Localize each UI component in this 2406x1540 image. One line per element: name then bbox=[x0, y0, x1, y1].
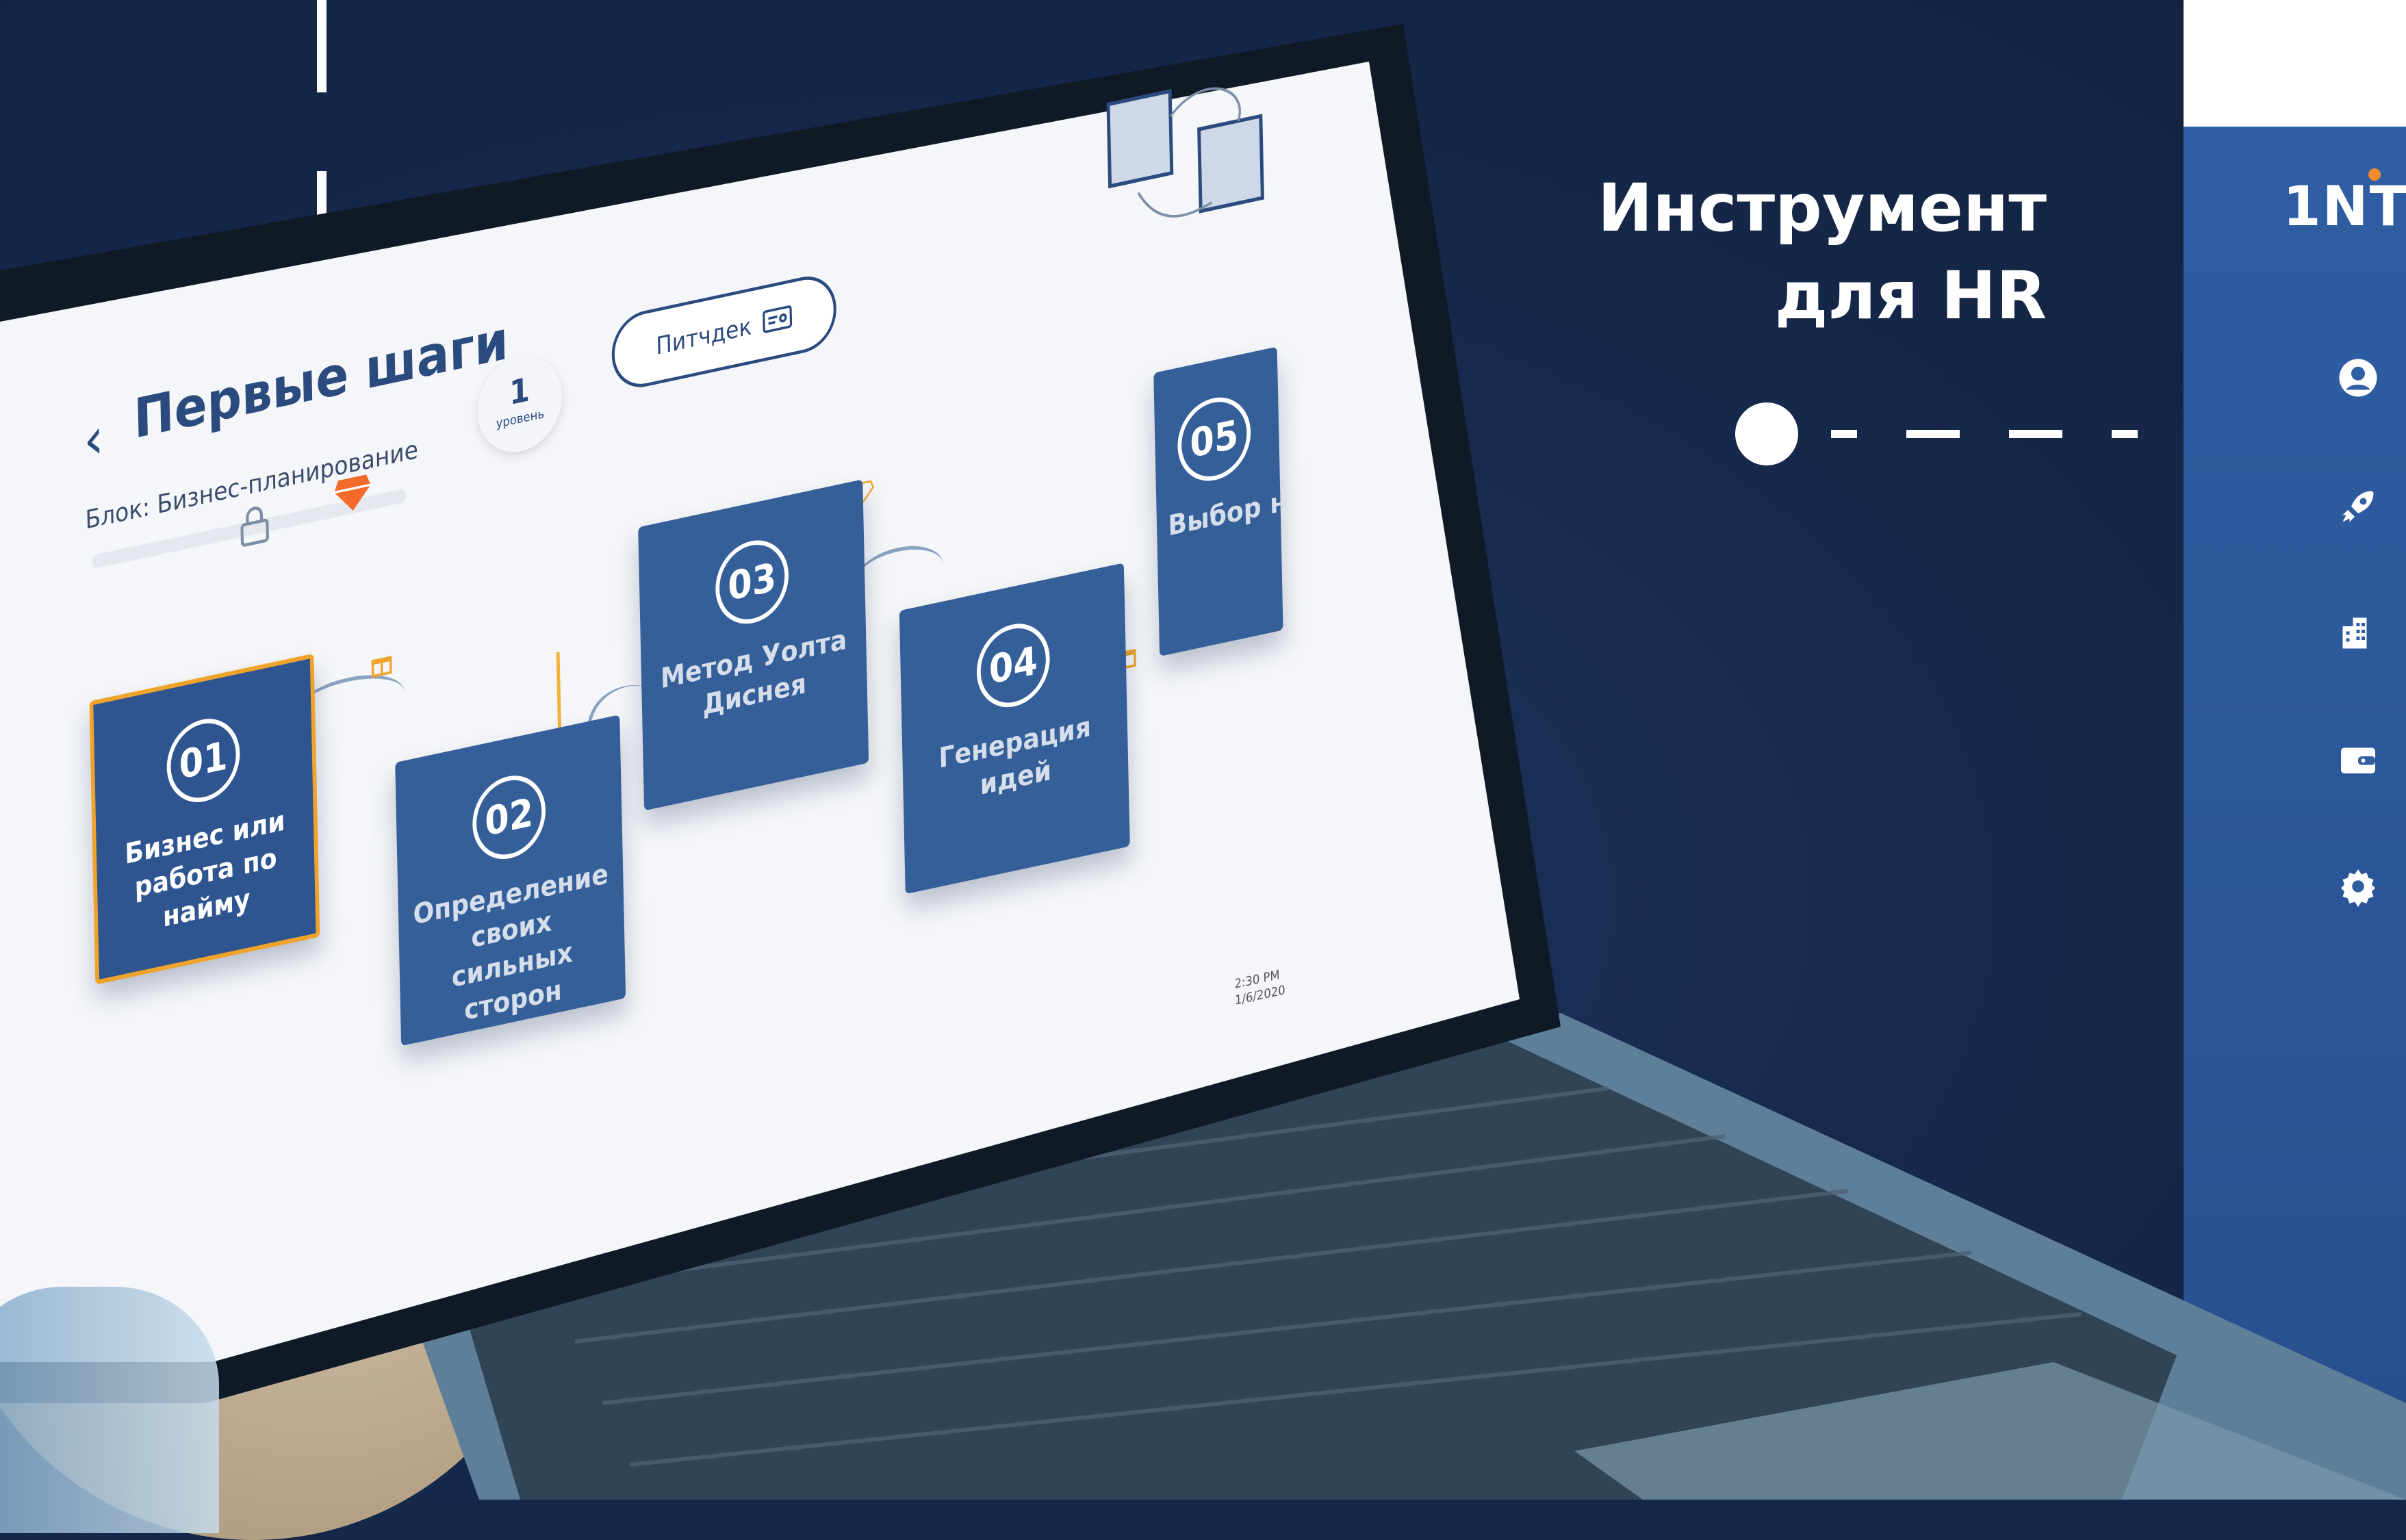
step-number: 02 bbox=[472, 769, 546, 866]
step-card-05[interactable]: 05 Выбор н bbox=[1153, 347, 1283, 657]
step-label: Генерация идей bbox=[902, 702, 1128, 820]
pitchdeck-label: Питчдек bbox=[656, 312, 752, 360]
step-card-01[interactable]: 01 Бизнес или работа по найму bbox=[89, 654, 320, 985]
illustration-people bbox=[1102, 57, 1274, 257]
step-label: Выбор н bbox=[1157, 485, 1281, 547]
lock-icon bbox=[238, 501, 272, 550]
presentation-icon bbox=[763, 305, 792, 336]
chevron-left-icon[interactable]: ‹ bbox=[83, 405, 105, 475]
step-number: 04 bbox=[976, 617, 1051, 714]
mug bbox=[0, 1287, 219, 1533]
step-number: 05 bbox=[1177, 390, 1251, 487]
step-label: Бизнес или работа по найму bbox=[97, 797, 316, 949]
step-label: Определение своих сильных сторон bbox=[398, 854, 626, 1042]
step-card-03[interactable]: 03 Метод Уолта Диснея bbox=[638, 479, 869, 810]
step-label: Метод Уолта Диснея bbox=[641, 618, 867, 736]
step-card-02[interactable]: 02 Определение своих сильных сторон bbox=[395, 715, 626, 1046]
gift-icon bbox=[370, 650, 394, 680]
pitchdeck-button[interactable]: Питчдек bbox=[611, 270, 837, 394]
taskbar-clock[interactable]: 2:30 PM 1/6/2020 bbox=[1234, 962, 1302, 1009]
step-card-04[interactable]: 04 Генерация идей bbox=[899, 563, 1130, 894]
path-connector bbox=[853, 538, 944, 611]
page-title: Первые шаги bbox=[133, 309, 509, 452]
step-number: 01 bbox=[166, 712, 240, 809]
step-number: 03 bbox=[715, 533, 789, 630]
